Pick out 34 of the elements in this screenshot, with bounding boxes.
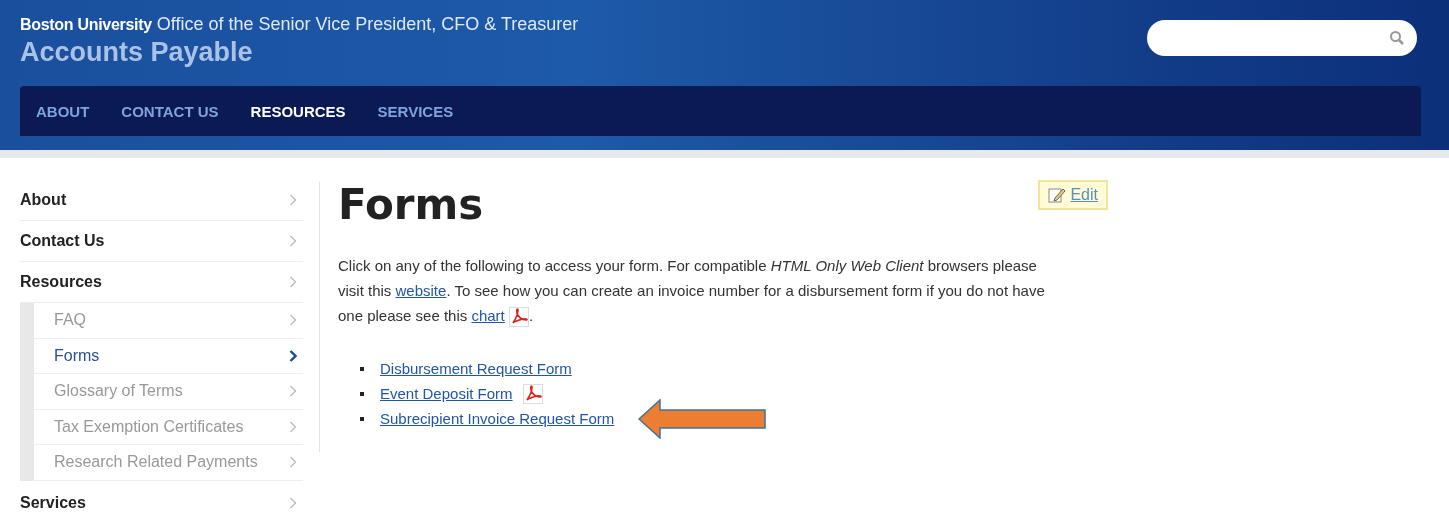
sidebar-item[interactable]: Contact Us bbox=[20, 221, 303, 262]
bullet-icon bbox=[360, 416, 364, 421]
nav-tab[interactable]: ABOUT bbox=[36, 102, 90, 120]
chevron-icon bbox=[289, 456, 297, 469]
chevron-icon bbox=[289, 194, 297, 206]
pdf-icon bbox=[508, 307, 529, 328]
nav-tab[interactable]: CONTACT US bbox=[121, 102, 219, 120]
search-icon bbox=[1389, 30, 1405, 46]
bullet-icon bbox=[360, 366, 364, 371]
submenu-item[interactable]: Forms bbox=[34, 338, 303, 374]
nav-tab[interactable]: RESOURCES bbox=[250, 102, 346, 120]
chevron-icon bbox=[289, 420, 297, 433]
bullet-icon bbox=[360, 391, 364, 396]
text-link[interactable]: website bbox=[395, 282, 447, 299]
office-heading: Boston University Office of the Senior Vice President, CFO & Treasurer bbox=[20, 14, 579, 35]
sidebar-item[interactable]: About bbox=[20, 180, 303, 221]
chevron-icon bbox=[289, 314, 297, 327]
chevron-icon bbox=[289, 276, 297, 288]
search-field[interactable] bbox=[1147, 20, 1417, 56]
site-title[interactable]: Accounts Payable bbox=[20, 37, 579, 68]
form-link[interactable]: Subrecipient Invoice Request Form bbox=[380, 410, 615, 427]
text-link[interactable]: chart bbox=[471, 307, 505, 324]
chevron-icon bbox=[289, 235, 297, 247]
form-link[interactable]: Disbursement Request Form bbox=[380, 360, 572, 377]
form-link[interactable]: Event Deposit Form bbox=[380, 385, 513, 402]
page-title: Forms bbox=[338, 180, 484, 229]
chevron-icon bbox=[289, 349, 297, 362]
intro-paragraph: Click on any of the following to access your form. For compatible HTML Only Web Client browsers please visit this website. To see how you can create an invoice number for a disbursement form if you do not have one please see this chart . bbox=[338, 253, 1050, 328]
sidebar-item[interactable]: Services bbox=[20, 482, 303, 520]
sidebar-item[interactable]: Resources bbox=[20, 262, 303, 303]
nav-tab[interactable]: SERVICES bbox=[377, 102, 454, 120]
chevron-icon bbox=[289, 496, 297, 509]
edit-icon bbox=[1048, 186, 1067, 204]
chevron-icon bbox=[289, 385, 297, 398]
